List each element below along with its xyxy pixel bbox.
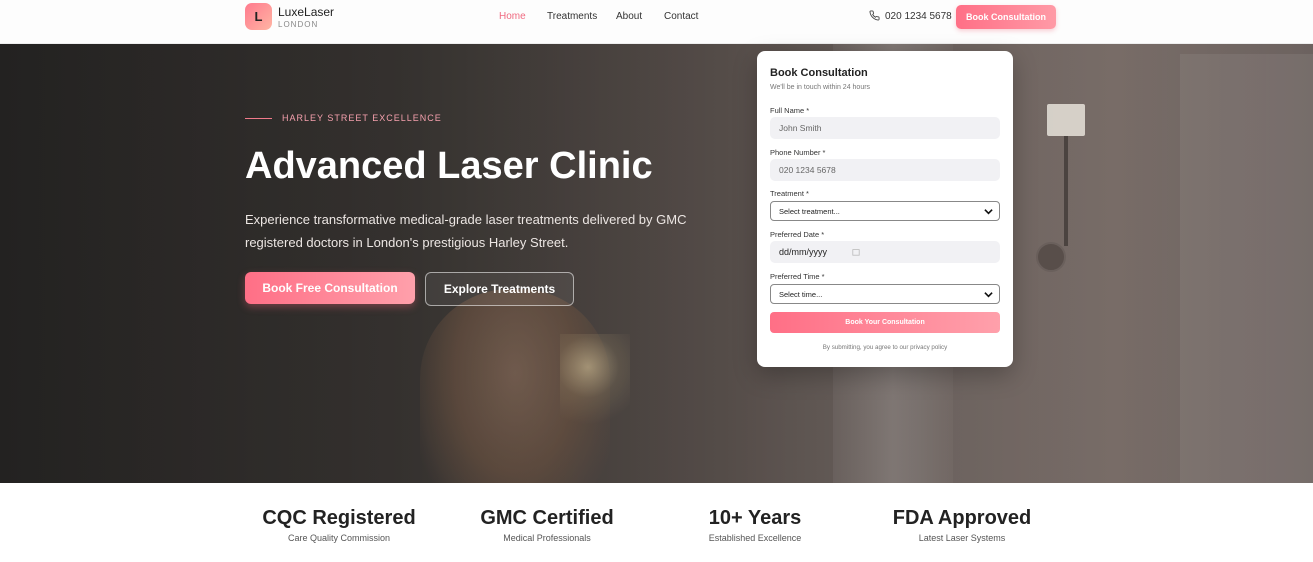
- stat-subtitle: Medical Professionals: [503, 533, 591, 543]
- full-name-label: Full Name *: [770, 106, 810, 115]
- full-name-input[interactable]: John Smith: [770, 117, 1000, 139]
- nav-about[interactable]: About: [616, 11, 642, 22]
- phone-input[interactable]: 020 1234 5678: [770, 159, 1000, 181]
- hero-overlay: [0, 44, 1313, 483]
- form-title: Book Consultation: [770, 67, 868, 79]
- stat-subtitle: Latest Laser Systems: [918, 533, 1006, 543]
- brand-location: LONDON: [278, 20, 319, 29]
- book-free-consultation-button[interactable]: Book Free Consultation: [245, 272, 415, 304]
- booking-form-card: Book Consultation We'll be in touch with…: [757, 51, 1013, 367]
- stat-years: 10+ Years Established Excellence: [655, 507, 855, 543]
- hero-eyebrow: HARLEY STREET EXCELLENCE: [282, 113, 442, 123]
- stat-title: FDA Approved: [892, 507, 1032, 529]
- submit-consultation-button[interactable]: Book Your Consultation: [770, 312, 1000, 333]
- explore-treatments-button[interactable]: Explore Treatments: [425, 272, 574, 306]
- site-header: L LuxeLaser LONDON Home Treatments About…: [0, 0, 1313, 44]
- stat-cqc: CQC Registered Care Quality Commission: [239, 507, 439, 543]
- privacy-note: By submitting, you agree to our privacy …: [822, 344, 948, 351]
- header-book-consultation-button[interactable]: Book Consultation: [956, 5, 1056, 29]
- hero-title: Advanced Laser Clinic: [245, 145, 653, 187]
- nav-treatments[interactable]: Treatments: [547, 11, 597, 22]
- nav-home[interactable]: Home: [499, 11, 526, 22]
- time-label: Preferred Time *: [770, 272, 825, 281]
- treatment-select-value: Select treatment...: [779, 206, 840, 216]
- chevron-down-icon: [984, 292, 993, 298]
- stat-title: GMC Certified: [480, 507, 614, 529]
- phone-icon: [869, 10, 880, 21]
- stat-title: 10+ Years: [708, 507, 802, 529]
- header-phone[interactable]: 020 1234 5678: [885, 11, 952, 22]
- calendar-icon[interactable]: [852, 248, 860, 256]
- date-label: Preferred Date *: [770, 230, 825, 239]
- brand-name[interactable]: LuxeLaser: [278, 5, 334, 19]
- phone-label: Phone Number *: [770, 148, 826, 157]
- hero-description: Experience transformative medical-grade …: [245, 212, 687, 250]
- nav-contact[interactable]: Contact: [664, 11, 698, 22]
- date-input[interactable]: dd/mm/yyyy: [770, 241, 1000, 263]
- stat-gmc: GMC Certified Medical Professionals: [447, 507, 647, 543]
- hero-section: [0, 44, 1313, 483]
- treatment-select[interactable]: Select treatment...: [770, 201, 1000, 221]
- stat-fda: FDA Approved Latest Laser Systems: [862, 507, 1062, 543]
- time-select-value: Select time...: [779, 289, 823, 299]
- form-subtitle: We'll be in touch within 24 hours: [770, 84, 871, 91]
- stat-title: CQC Registered: [262, 507, 416, 529]
- eyebrow-line: [245, 118, 272, 119]
- stat-subtitle: Established Excellence: [708, 533, 802, 543]
- treatment-label: Treatment *: [770, 189, 809, 198]
- chevron-down-icon: [984, 209, 993, 215]
- time-select[interactable]: Select time...: [770, 284, 1000, 304]
- date-input-value: dd/mm/yyyy: [779, 247, 828, 257]
- logo-mark[interactable]: L: [245, 3, 272, 30]
- stat-subtitle: Care Quality Commission: [287, 533, 391, 543]
